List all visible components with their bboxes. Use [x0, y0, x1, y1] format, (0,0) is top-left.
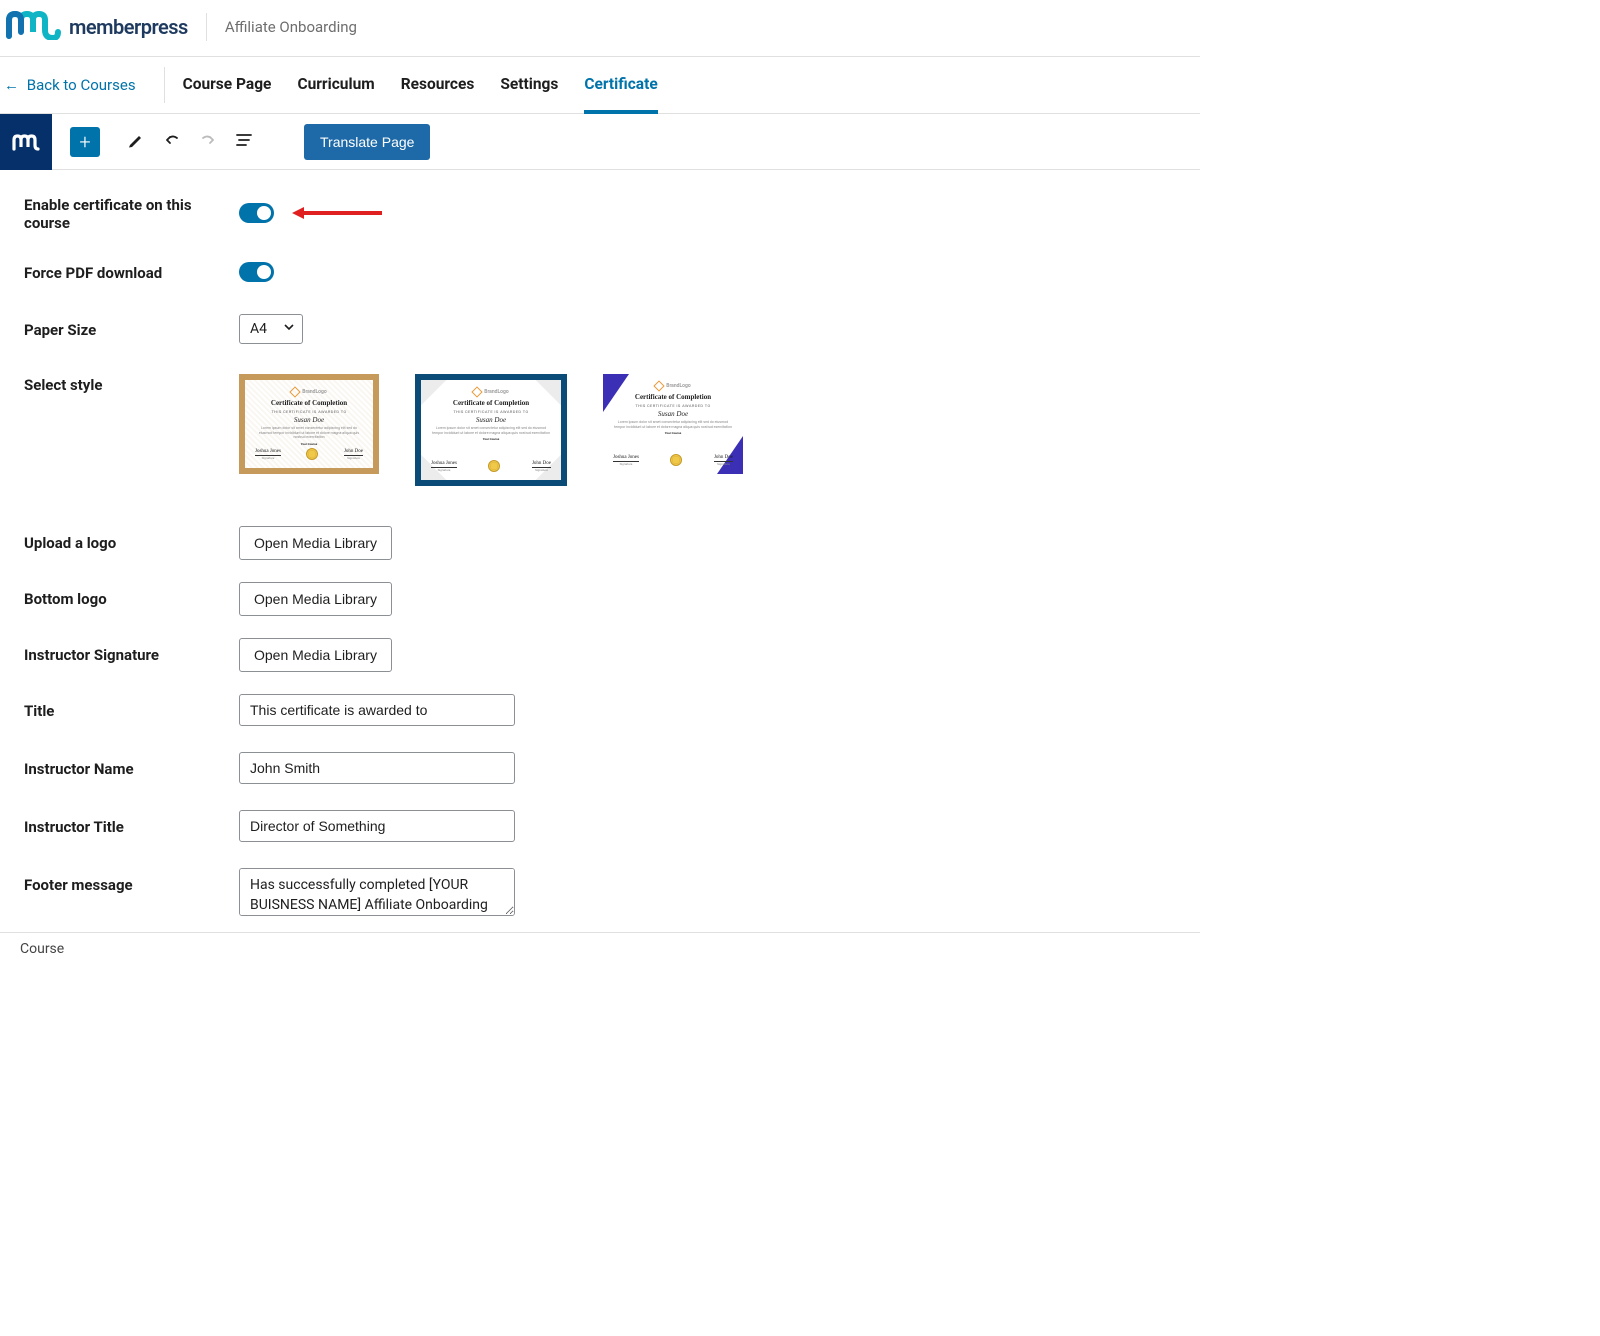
arrow-left-icon: ← — [4, 76, 19, 94]
upload-logo-label: Upload a logo — [24, 526, 239, 552]
tabs: Course Page Curriculum Resources Setting… — [183, 57, 658, 113]
tab-curriculum[interactable]: Curriculum — [297, 57, 374, 113]
edit-button[interactable] — [118, 124, 154, 160]
footer-text: Course — [20, 941, 64, 957]
row-instructor-title: Instructor Title — [24, 810, 1176, 842]
cert-preview-blue: BrandLogo Certificate of Completion THIS… — [603, 374, 743, 474]
tab-resources[interactable]: Resources — [401, 57, 475, 113]
row-instructor-signature: Instructor Signature Open Media Library — [24, 638, 1176, 672]
translate-page-button[interactable]: Translate Page — [304, 124, 430, 160]
nav-row: ← Back to Courses Course Page Curriculum… — [0, 57, 1200, 114]
logo-block: memberpress — [5, 10, 206, 44]
row-footer-message: Footer message — [24, 868, 1176, 920]
editor-toolbar: + Translate Page — [0, 114, 1200, 170]
instructor-name-label: Instructor Name — [24, 752, 239, 778]
force-pdf-toggle[interactable] — [239, 262, 274, 282]
annotation-arrow-icon — [290, 205, 386, 221]
certificate-form: Enable certificate on this course Force … — [0, 170, 1200, 920]
list-icon — [234, 130, 254, 154]
memberpress-logo-icon — [5, 10, 61, 44]
force-pdf-label: Force PDF download — [24, 262, 239, 282]
signature-button[interactable]: Open Media Library — [239, 638, 392, 672]
instructor-title-label: Instructor Title — [24, 810, 239, 836]
footer-message-label: Footer message — [24, 868, 239, 894]
row-enable-certificate: Enable certificate on this course — [24, 194, 1176, 232]
style-option-3[interactable]: BrandLogo Certificate of Completion THIS… — [603, 374, 743, 486]
title-input[interactable] — [239, 694, 515, 726]
style-option-1[interactable]: BrandLogo Certificate of Completion THIS… — [239, 374, 379, 486]
upload-logo-button[interactable]: Open Media Library — [239, 526, 392, 560]
title-label: Title — [24, 694, 239, 720]
instructor-name-input[interactable] — [239, 752, 515, 784]
row-select-style: Select style BrandLogo Certificate of Co… — [24, 374, 1176, 486]
row-paper-size: Paper Size A4 — [24, 314, 1176, 344]
style-option-2[interactable]: BrandLogo Certificate of Completion THIS… — [415, 374, 567, 486]
cert-preview-ornate: BrandLogo Certificate of Completion THIS… — [239, 374, 379, 474]
row-force-pdf: Force PDF download — [24, 262, 1176, 282]
plus-icon: + — [79, 130, 90, 154]
tab-certificate[interactable]: Certificate — [584, 57, 657, 113]
bottom-logo-label: Bottom logo — [24, 582, 239, 608]
instructor-title-input[interactable] — [239, 810, 515, 842]
redo-icon — [198, 130, 218, 154]
toolbar-actions: + Translate Page — [52, 124, 430, 160]
row-instructor-name: Instructor Name — [24, 752, 1176, 784]
undo-icon — [162, 130, 182, 154]
enable-certificate-label: Enable certificate on this course — [24, 194, 239, 232]
cert-preview-grey: BrandLogo Certificate of Completion THIS… — [421, 380, 561, 480]
document-overview-button[interactable] — [226, 124, 262, 160]
bottom-logo-button[interactable]: Open Media Library — [239, 582, 392, 616]
enable-certificate-toggle[interactable] — [239, 203, 274, 223]
back-to-courses-link[interactable]: ← Back to Courses — [0, 58, 148, 112]
paper-size-select[interactable]: A4 — [239, 314, 303, 344]
breadcrumb: Affiliate Onboarding — [225, 18, 357, 36]
tab-settings[interactable]: Settings — [500, 57, 558, 113]
row-upload-logo: Upload a logo Open Media Library — [24, 526, 1176, 560]
footer-message-input[interactable] — [239, 868, 515, 916]
pencil-icon — [127, 131, 145, 153]
top-header: memberpress Affiliate Onboarding — [0, 0, 1200, 57]
row-title: Title — [24, 694, 1176, 726]
back-link-label: Back to Courses — [27, 76, 136, 94]
row-bottom-logo: Bottom logo Open Media Library — [24, 582, 1176, 616]
divider — [164, 67, 165, 103]
redo-button — [190, 124, 226, 160]
divider — [206, 13, 207, 41]
add-block-button[interactable]: + — [70, 127, 100, 157]
signature-label: Instructor Signature — [24, 638, 239, 664]
paper-size-label: Paper Size — [24, 319, 239, 339]
mp-square-logo-icon[interactable] — [0, 114, 52, 170]
tab-course-page[interactable]: Course Page — [183, 57, 272, 113]
page-footer: Course — [0, 932, 1200, 965]
logo-text: memberpress — [69, 15, 188, 39]
select-style-label: Select style — [24, 374, 239, 394]
undo-button[interactable] — [154, 124, 190, 160]
style-options: BrandLogo Certificate of Completion THIS… — [239, 374, 1176, 486]
